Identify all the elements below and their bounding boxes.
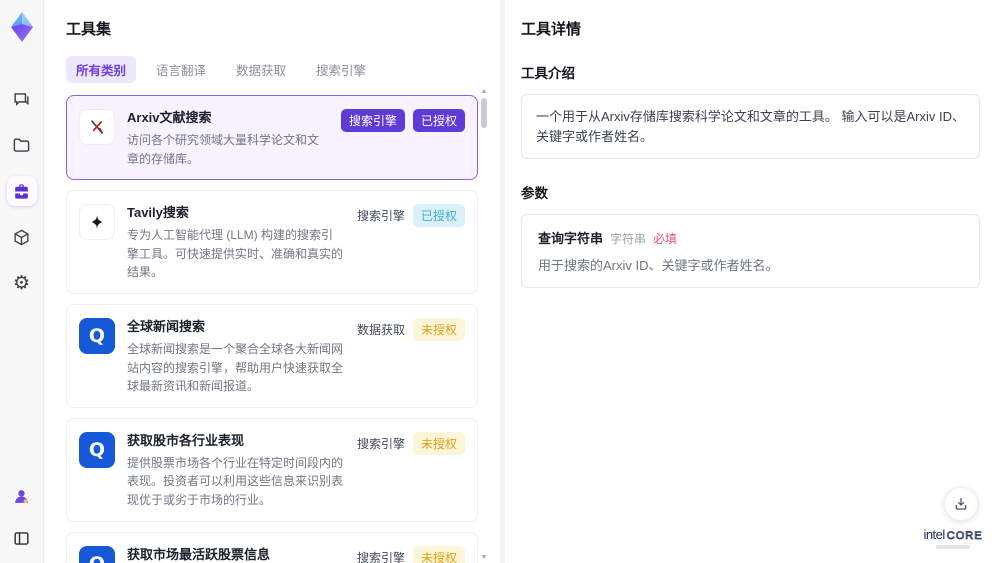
auth-status-badge: 已授权: [412, 204, 465, 228]
intro-text: 一个用于从Arxiv存储库搜索科学论文和文章的工具。 输入可以是Arxiv ID…: [521, 94, 980, 159]
q-news-logo-icon: Q: [79, 317, 115, 354]
category-tabs: 所有类别 语言翻译 数据获取 搜索引擎: [66, 56, 500, 83]
package-icon[interactable]: [7, 222, 37, 252]
rail-nav: ⚙: [6, 84, 37, 298]
category-label: 搜索引擎: [356, 550, 405, 563]
folder-icon[interactable]: [7, 130, 37, 160]
download-button[interactable]: [944, 487, 978, 521]
q-news-logo-icon: Q: [79, 431, 115, 468]
tool-card-arxiv[interactable]: Arxiv文献搜索 访问各个研究领域大量科学论文和文章的存储库。 搜索引擎 已授…: [66, 95, 478, 181]
toolset-title: 工具集: [66, 21, 112, 38]
intro-heading: 工具介绍: [521, 66, 575, 81]
download-icon: [955, 498, 967, 510]
scroll-down-icon[interactable]: ▼: [479, 554, 489, 561]
tab-language-translation[interactable]: 语言翻译: [146, 56, 216, 83]
tool-desc: 全球新闻搜索是一个聚合全球各大新闻网站内容的搜索引擎，帮助用户快速获取全球最新资…: [127, 341, 344, 394]
details-title: 工具详情: [521, 21, 582, 38]
app-logo-icon[interactable]: [6, 10, 38, 44]
tab-all-categories[interactable]: 所有类别: [66, 56, 137, 83]
toolset-panel: 工具集 所有类别 语言翻译 数据获取 搜索引擎 Arxiv文献搜索 访问各个研究…: [44, 0, 500, 563]
scroll-up-icon[interactable]: ▲: [479, 88, 489, 95]
tool-name: Arxiv文献搜索: [127, 110, 212, 125]
rail-bottom: [7, 481, 37, 553]
chat-icon[interactable]: [7, 84, 37, 114]
arxiv-logo-icon: [79, 109, 115, 145]
intel-core-logo: intel CORE: [923, 527, 983, 549]
panel-toggle-icon[interactable]: [7, 523, 37, 553]
category-label: 搜索引擎: [356, 436, 405, 451]
tool-desc: 提供股票市场各个行业在特定时间段内的表现。投资者可以利用这些信息来识别表现优于或…: [127, 455, 344, 507]
param-name: 查询字符串: [538, 231, 604, 246]
tavily-star-icon: [79, 204, 115, 241]
tool-desc: 专为人工智能代理 (LLM) 构建的搜索引擎工具。可快速提供实时、准确和真实的结…: [127, 228, 344, 280]
category-label: 搜索引擎: [356, 209, 405, 224]
tool-name: 获取市场最活跃股票信息: [127, 546, 271, 562]
param-desc: 用于搜索的Arxiv ID、关键字或作者姓名。: [538, 258, 779, 273]
intel-logo-subline: [936, 545, 970, 549]
tool-card-tavily[interactable]: Tavily搜索 专为人工智能代理 (LLM) 构建的搜索引擎工具。可快速提供实…: [66, 190, 478, 294]
q-news-logo-icon: Q: [79, 545, 115, 563]
auth-status-badge: 未授权: [412, 431, 465, 455]
settings-gear-icon[interactable]: ⚙: [7, 268, 37, 298]
user-avatar-icon[interactable]: [7, 481, 37, 511]
tool-card-most-active-stocks[interactable]: Q 获取市场最活跃股票信息 提供当天交易量最高的股票列表。投资者可以利用这些信息…: [66, 531, 478, 563]
auth-status-badge: 未授权: [412, 545, 465, 563]
intel-wordmark: intel: [923, 527, 945, 542]
params-heading: 参数: [521, 186, 548, 201]
intel-core-wordmark: CORE: [946, 530, 983, 542]
tool-card-sector-performance[interactable]: Q 获取股市各行业表现 提供股票市场各个行业在特定时间段内的表现。投资者可以利用…: [66, 417, 478, 522]
auth-status-badge: 已授权: [412, 109, 465, 132]
tool-name: 获取股市各行业表现: [127, 432, 245, 448]
auth-status-badge: 未授权: [412, 317, 465, 341]
category-label: 数据获取: [356, 322, 405, 337]
list-scrollbar[interactable]: ▲ ▼: [479, 88, 489, 563]
tool-name: Tavily搜索: [127, 205, 189, 221]
scrollbar-thumb[interactable]: [481, 98, 487, 128]
toolbox-icon[interactable]: [6, 176, 37, 206]
param-required-flag: 必填: [653, 232, 678, 246]
tool-list: Arxiv文献搜索 访问各个研究领域大量科学论文和文章的存储库。 搜索引擎 已授…: [66, 95, 478, 563]
left-rail: ⚙: [0, 0, 44, 563]
tool-desc: 访问各个研究领域大量科学论文和文章的存储库。: [127, 133, 320, 166]
param-type: 字符串: [610, 232, 647, 246]
tool-card-global-news[interactable]: Q 全球新闻搜索 全球新闻搜索是一个聚合全球各大新闻网站内容的搜索引擎，帮助用户…: [66, 303, 478, 408]
tab-data-fetch[interactable]: 数据获取: [226, 56, 296, 83]
tool-details-panel: 工具详情 工具介绍 一个用于从Arxiv存储库搜索科学论文和文章的工具。 输入可…: [505, 0, 1000, 563]
tab-search-engine[interactable]: 搜索引擎: [306, 56, 376, 83]
category-badge: 搜索引擎: [340, 109, 405, 132]
tool-name: 全球新闻搜索: [127, 318, 206, 334]
param-card: 查询字符串 字符串 必填 用于搜索的Arxiv ID、关键字或作者姓名。: [521, 214, 980, 288]
